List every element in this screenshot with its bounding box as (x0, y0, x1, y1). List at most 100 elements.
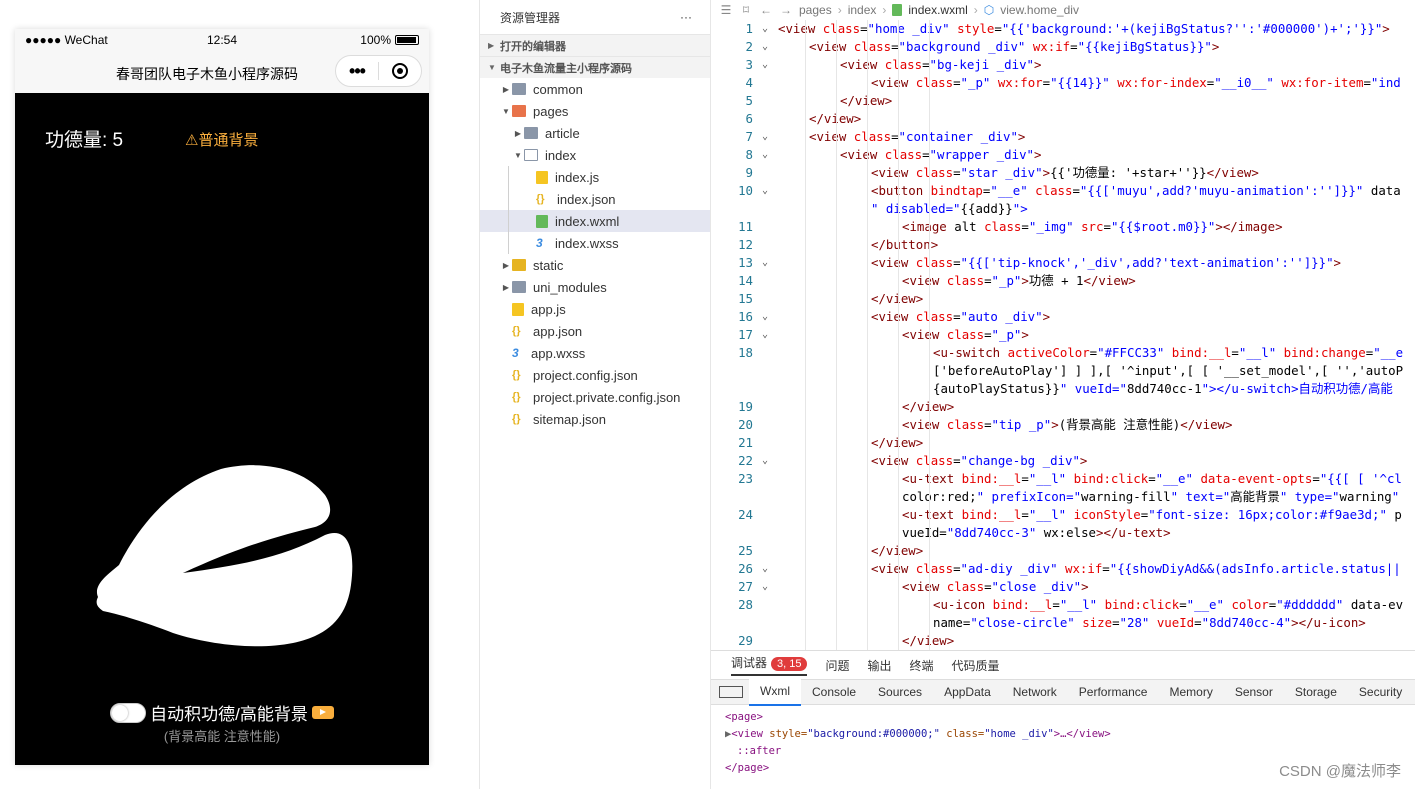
breadcrumb-index[interactable]: index (848, 3, 877, 17)
background-switch-link[interactable]: ⚠普通背景 (185, 129, 258, 150)
status-bar: ●●●●● WeChat 12:54 100% (15, 29, 429, 51)
code-line: 23 <u-text bind:__l="__l" bind:click="__e… (711, 470, 1415, 488)
fold-chevron-icon[interactable]: ⌄ (759, 578, 771, 596)
tab-network[interactable]: Network (1002, 680, 1068, 705)
code-line: 1 ⌄ <view class="home _div" style="{{'back… (711, 20, 1415, 38)
fold-chevron-icon[interactable]: ⌄ (759, 146, 771, 164)
tree-item[interactable]: app.js (480, 298, 710, 320)
tab-performance[interactable]: Performance (1068, 680, 1159, 705)
line-number: 19 (738, 399, 753, 414)
fold-chevron-icon[interactable]: ⌄ (759, 20, 771, 38)
tree-item[interactable]: 3 index.wxss (480, 232, 710, 254)
project-section[interactable]: ▼ 电子木鱼流量主小程序源码 (480, 56, 710, 78)
breadcrumb-file[interactable]: index.wxml (908, 3, 967, 17)
wxml-class-value: "home _div" (984, 728, 1054, 740)
open-editors-section[interactable]: ▶ 打开的编辑器 (480, 34, 710, 56)
code-lines[interactable]: 1 ⌄ <view class="home _div" style="{{'back… (711, 20, 1415, 650)
chevron-down-icon[interactable]: ▼ (512, 151, 524, 160)
target-icon (392, 63, 408, 79)
chevron-down-icon[interactable]: ▼ (500, 107, 512, 116)
fold-chevron-icon[interactable]: ⌄ (759, 560, 771, 578)
code-text: <image alt class="_img" src="{{$root.m0}… (902, 219, 1283, 234)
back-arrow-icon[interactable]: ← (759, 3, 773, 17)
tab-console[interactable]: Console (801, 680, 867, 705)
tree-item-label: index.wxml (555, 213, 620, 229)
fold-chevron-icon[interactable]: ⌄ (759, 452, 771, 470)
chevron-right-icon[interactable]: ▶ (512, 129, 524, 138)
tree-item[interactable]: {} index.json (480, 188, 710, 210)
code-line: 8 ⌄ <view class="wrapper _div"> (711, 146, 1415, 164)
indent-guide (898, 20, 899, 650)
tab-output[interactable]: 输出 (868, 657, 892, 674)
wxml-node-page[interactable]: <page> (725, 709, 1415, 726)
code-line: 17 ⌄ <view class="_p"> (711, 326, 1415, 344)
tab-problems[interactable]: 问题 (825, 657, 849, 674)
tab-terminal[interactable]: 终端 (910, 657, 934, 674)
tab-storage[interactable]: Storage (1284, 680, 1348, 705)
close-mini-program-button[interactable] (379, 63, 421, 79)
simulator-panel: ●●●●● WeChat 12:54 100% 春哥团队电子木鱼小程序源码 ••… (0, 0, 480, 789)
fold-chevron-icon[interactable]: ⌄ (759, 38, 771, 56)
tree-item-label: project.private.config.json (533, 389, 681, 405)
tree-item[interactable]: index.wxml (480, 210, 710, 232)
tab-sources[interactable]: Sources (867, 680, 933, 705)
line-number: 24 (738, 507, 753, 522)
code-text: <view class="tip _p">(背景高能 注意性能)</view> (902, 417, 1233, 432)
tab-debugger[interactable]: 调试器 3, 15 (731, 654, 808, 676)
bookmark-icon[interactable]: ⌑ (739, 3, 753, 17)
code-line: 22 ⌄ <view class="change-bg _div"> (711, 452, 1415, 470)
list-icon[interactable]: ☰ (719, 3, 733, 17)
wxml-node-view[interactable]: ▶<view style="background:#000000;" class… (725, 726, 1415, 743)
tab-wxml[interactable]: Wxml (749, 678, 801, 706)
tab-sensor[interactable]: Sensor (1224, 680, 1284, 705)
tree-item[interactable]: ▶ common (480, 78, 710, 100)
battery-icon (395, 35, 419, 45)
tab-security[interactable]: Security (1348, 680, 1413, 705)
code-line: 2 ⌄ <view class="background _div" wx:if="{… (711, 38, 1415, 56)
more-menu-button[interactable]: ••• (336, 56, 378, 86)
tree-item[interactable]: ▶ uni_modules (480, 276, 710, 298)
inspect-element-icon[interactable] (719, 686, 743, 698)
tab-code-quality[interactable]: 代码质量 (952, 657, 1000, 674)
fold-chevron-icon[interactable]: ⌄ (759, 308, 771, 326)
indent-guide (929, 20, 930, 650)
auto-play-switch[interactable] (110, 702, 147, 723)
tab-memory[interactable]: Memory (1158, 680, 1223, 705)
code-text: <u-text bind:__l="__l" iconStyle="font-s… (902, 507, 1402, 522)
tree-item[interactable]: ▶ static (480, 254, 710, 276)
tree-item[interactable]: ▼ pages (480, 100, 710, 122)
wooden-fish-button[interactable] (93, 465, 353, 647)
breadcrumb-pages[interactable]: pages (799, 3, 832, 17)
tree-item[interactable]: {} app.json (480, 320, 710, 342)
json-file-icon: {} (512, 391, 521, 403)
tree-item[interactable]: ▼ index (480, 144, 710, 166)
fold-chevron-icon[interactable]: ⌄ (759, 56, 771, 74)
tree-item[interactable]: index.js (480, 166, 710, 188)
fold-chevron-icon[interactable]: ⌄ (759, 254, 771, 272)
chevron-down-icon: ▼ (488, 63, 496, 72)
code-text: <u-text bind:__l="__l" bind:click="__e" … (902, 471, 1402, 486)
folder-open-icon (524, 149, 538, 161)
wxml-file-icon (536, 214, 548, 228)
fold-chevron-icon[interactable]: ⌄ (759, 182, 771, 200)
explorer-more-button[interactable]: ··· (680, 10, 692, 24)
forward-arrow-icon[interactable]: → (779, 3, 793, 17)
line-number: 12 (738, 237, 753, 252)
tree-item[interactable]: 3 app.wxss (480, 342, 710, 364)
code-line: 3 ⌄ <view class="bg-keji _div"> (711, 56, 1415, 74)
tree-item-label: app.json (533, 323, 583, 339)
chevron-right-icon[interactable]: ▶ (500, 85, 512, 94)
line-number: 4 (745, 75, 753, 90)
breadcrumb-element[interactable]: view.home_div (1000, 3, 1079, 17)
code-line: 29 </view> (711, 632, 1415, 650)
tree-indent-guide (508, 166, 509, 254)
tree-item[interactable]: ▶ article (480, 122, 710, 144)
chevron-right-icon[interactable]: ▶ (500, 261, 512, 270)
fold-chevron-icon[interactable]: ⌄ (759, 326, 771, 344)
tree-item[interactable]: {} project.config.json (480, 364, 710, 386)
chevron-right-icon[interactable]: ▶ (500, 283, 512, 292)
tree-item[interactable]: {} sitemap.json (480, 408, 710, 430)
fold-chevron-icon[interactable]: ⌄ (759, 128, 771, 146)
tree-item[interactable]: {} project.private.config.json (480, 386, 710, 408)
tab-appdata[interactable]: AppData (933, 680, 1002, 705)
